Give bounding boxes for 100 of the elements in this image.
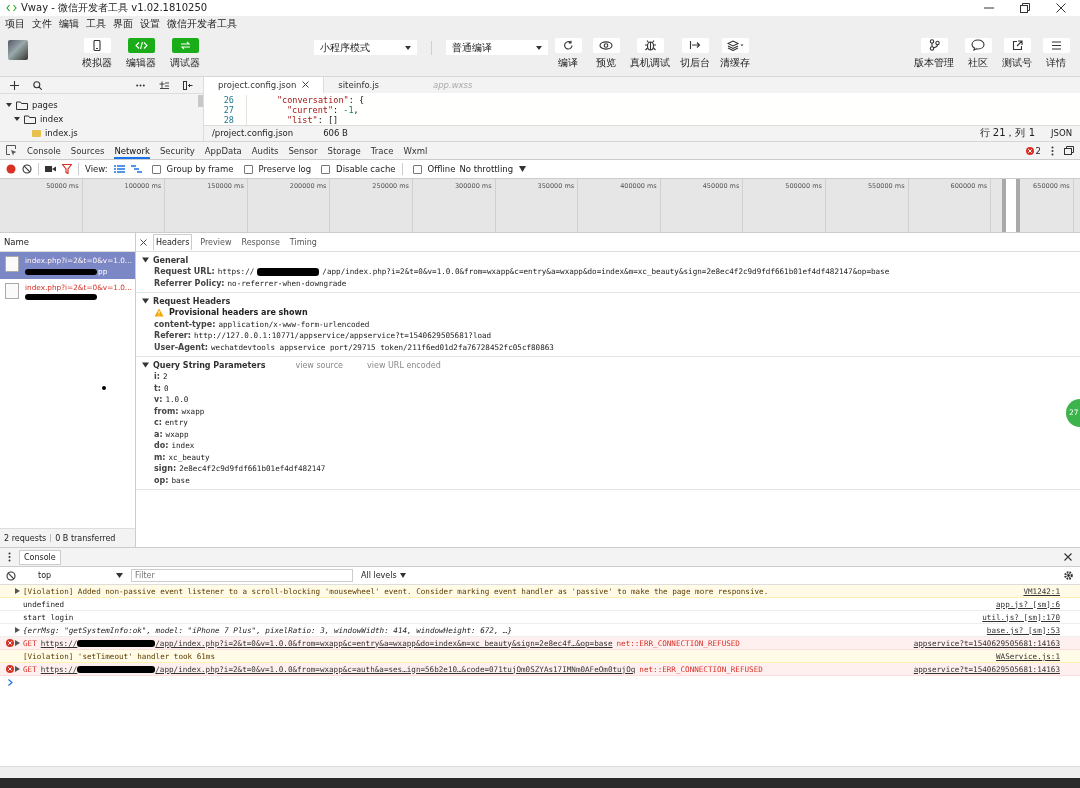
dropdown[interactable]: 普通编译 [446,40,548,55]
search-icon[interactable] [33,80,42,90]
file-icon [5,283,19,299]
checkbox[interactable] [412,164,422,174]
kebab-menu-icon[interactable] [8,552,11,562]
icon-button[interactable] [721,37,749,53]
view-link[interactable]: view source [295,360,343,370]
close-icon[interactable] [1064,553,1072,561]
icon-button[interactable] [964,37,992,53]
devtools-tab[interactable]: Network [114,142,150,159]
expand-arrow-icon[interactable] [15,666,20,672]
section-title[interactable]: General [153,255,189,265]
checkbox-label[interactable]: Group by frame [166,164,234,174]
expand-arrow-icon[interactable] [15,640,20,646]
header-name: v: [154,395,163,405]
transfer-size: 0 B transferred [55,533,116,543]
checkbox[interactable] [243,164,253,174]
filter-field[interactable]: Filter [131,569,353,582]
expand-arrow-icon[interactable] [6,102,12,108]
expand-arrow-icon[interactable] [15,588,20,594]
devtools-tab[interactable]: Wxml [403,142,428,159]
sort-icon[interactable] [159,81,169,89]
levels-dropdown[interactable]: All levels [361,571,406,580]
inspect-icon[interactable] [6,145,17,156]
waterfall-view-icon[interactable] [130,165,142,173]
checkbox-label[interactable]: Disable cache [336,164,396,174]
header-name: c: [154,418,162,428]
devtools-tab[interactable]: Security [159,142,195,159]
icon-button[interactable] [920,37,948,53]
devtools-tab[interactable]: Sensor [288,142,318,159]
code-icon [6,4,17,12]
dropdown[interactable]: 小程序模式 [314,40,417,55]
expand-arrow-icon[interactable] [14,116,20,122]
menu-item[interactable]: 界面 [113,16,133,31]
tree-item[interactable]: index.js [22,126,78,140]
maximize-icon[interactable] [1020,3,1030,13]
detail-tab[interactable]: Response [239,234,282,250]
close-icon[interactable] [140,238,147,246]
devtools-tab[interactable]: Sources [70,142,105,159]
button-label: 模拟器 [82,55,112,70]
checkbox[interactable] [151,164,161,174]
devtools-tab[interactable]: Console [27,142,61,159]
undock-icon[interactable] [1064,146,1074,155]
header-name: User-Agent: [154,342,208,352]
more-icon[interactable] [136,83,145,87]
record-button-icon[interactable] [6,164,16,174]
editor-tab[interactable]: project.config.json [204,77,325,93]
kebab-menu-icon[interactable] [1051,145,1054,156]
close-icon[interactable] [302,81,310,89]
icon-button[interactable] [1003,37,1031,53]
clear-icon[interactable] [22,164,32,174]
tree-item[interactable]: pages [6,98,58,112]
plus-icon[interactable] [10,80,19,90]
tree-item[interactable]: index [14,112,64,126]
menu-item[interactable]: 文件 [32,16,52,31]
checkbox-label[interactable]: Offline [427,164,456,174]
section-title[interactable]: Request Headers [153,296,231,306]
menu-item[interactable]: 设置 [140,16,160,31]
menu-item[interactable]: 工具 [86,16,106,31]
expand-arrow-icon[interactable] [142,362,149,368]
camera-icon[interactable] [45,165,56,173]
section-title[interactable]: Query String Parameters [153,360,266,370]
icon-button[interactable] [592,37,620,53]
expand-arrow-icon[interactable] [142,257,149,263]
close-icon[interactable] [1056,3,1066,13]
expand-arrow-icon[interactable] [142,298,149,304]
filter-icon[interactable] [62,164,72,174]
menu-item[interactable]: 微信开发者工具 [167,16,237,31]
detail-tab[interactable]: Headers [153,234,193,250]
settings-icon[interactable] [1063,570,1074,581]
view-link[interactable]: view URL encoded [367,360,441,370]
checkbox[interactable] [321,164,331,174]
devtools-tab[interactable]: Audits [251,142,279,159]
icon-button[interactable] [636,37,664,53]
icon-button[interactable] [681,37,709,53]
collapse-icon[interactable] [183,80,193,90]
dropdown-value: 小程序模式 [320,40,370,55]
scrollbar-thumb[interactable] [198,95,203,107]
menu-item[interactable]: 项目 [5,16,25,31]
caret-icon[interactable] [519,166,527,172]
menu-item[interactable]: 编辑 [59,16,79,31]
button-label: 测试号 [1002,55,1032,70]
devtools-tab[interactable]: Storage [327,142,361,159]
list-view-icon[interactable] [113,165,125,173]
detail-tab[interactable]: Timing [287,234,319,250]
drawer-tab[interactable]: Console [19,549,61,565]
language-label[interactable]: JSON [1051,128,1072,139]
throttling-dropdown[interactable]: No throttling [459,164,514,174]
avatar[interactable] [8,39,28,60]
checkbox-label[interactable]: Preserve log [258,164,312,174]
devtools-tab[interactable]: AppData [204,142,242,159]
icon-button[interactable] [554,37,582,53]
expand-arrow-icon[interactable] [15,627,20,633]
header-name: Referrer Policy: [154,278,225,288]
editor-tab[interactable]: siteinfo.js [324,77,393,93]
detail-tab[interactable]: Preview [198,234,234,250]
devtools-tab[interactable]: Trace [370,142,394,159]
context-dropdown[interactable]: top [24,571,123,580]
icon-button[interactable] [83,37,111,53]
clear-icon[interactable] [6,570,16,581]
